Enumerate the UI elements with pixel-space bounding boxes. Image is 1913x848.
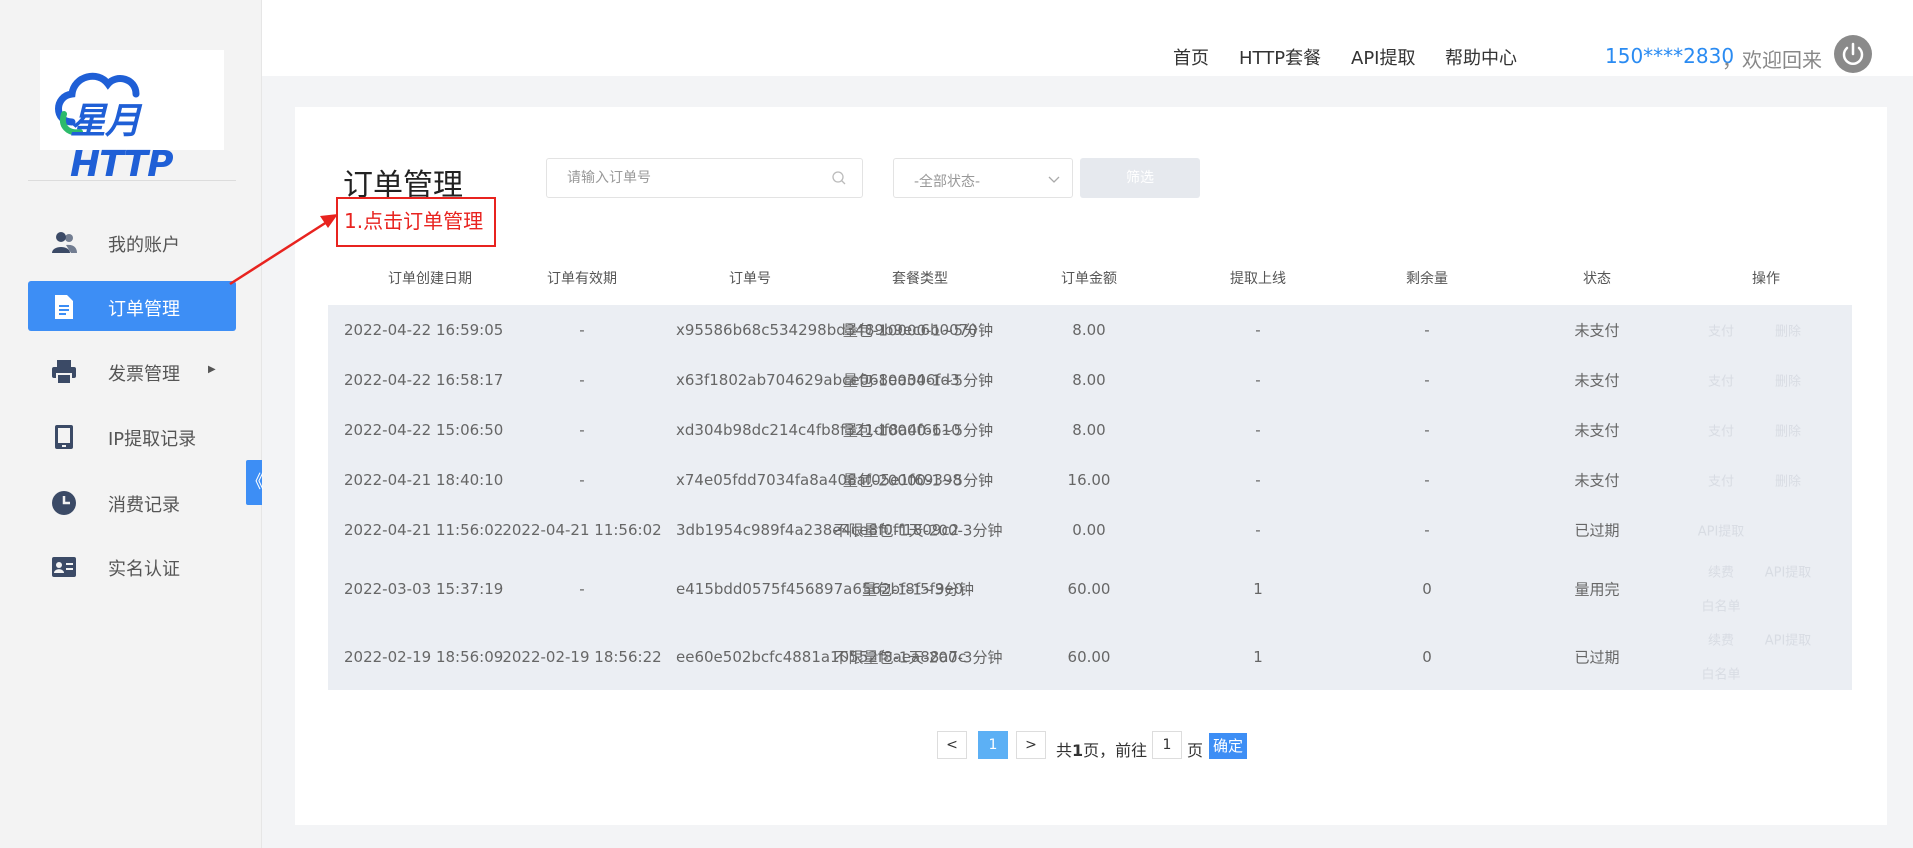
- cell-limit: 1: [1253, 648, 1263, 666]
- column-header: 操作: [1752, 271, 1780, 287]
- column-header: 订单金额: [1061, 271, 1117, 287]
- cell-plan: 量包-1-1~3分钟: [861, 580, 975, 599]
- cell-plan: 不限量包-1天-200-3分钟: [833, 648, 1003, 667]
- filter-button[interactable]: 筛选: [1080, 158, 1200, 198]
- cell-amount: 8.00: [1072, 371, 1106, 389]
- goto-confirm-button[interactable]: 确定: [1209, 733, 1247, 759]
- next-page-button[interactable]: >: [1016, 731, 1046, 759]
- cell-status: 未支付: [1574, 421, 1620, 440]
- cell-status: 未支付: [1574, 371, 1620, 390]
- cell-plan: 量包-10000-1~5分钟: [842, 421, 994, 440]
- api-extract-link[interactable]: API提取: [1765, 630, 1812, 649]
- cell-plan: 量包-10000-1~5分钟: [842, 321, 994, 340]
- cell-expires: 2022-02-19 18:56:22: [502, 648, 662, 666]
- cell-created: 2022-04-22 15:06:50: [344, 421, 504, 439]
- cell-limit: -: [1255, 421, 1261, 439]
- delete-link[interactable]: 删除: [1775, 321, 1801, 340]
- cell-status: 已过期: [1574, 648, 1620, 667]
- cell-remaining: 0: [1422, 648, 1432, 666]
- orders-table-body: 2022-04-22 16:59:05 - x95586b68c534298bd…: [328, 305, 1852, 690]
- cell-limit: 1: [1253, 580, 1263, 598]
- cell-created: 2022-04-21 18:40:10: [344, 471, 504, 489]
- cell-status: 未支付: [1574, 321, 1620, 340]
- cell-amount: 8.00: [1072, 421, 1106, 439]
- cell-plan: 不限量包-1天-200-3分钟: [833, 521, 1003, 540]
- delete-link[interactable]: 删除: [1775, 371, 1801, 390]
- column-header: 提取上线: [1230, 271, 1286, 287]
- cell-remaining: -: [1424, 321, 1430, 339]
- cell-created: 2022-02-19 18:56:09: [344, 648, 504, 666]
- cell-amount: 0.00: [1072, 521, 1106, 539]
- cell-remaining: -: [1424, 371, 1430, 389]
- cell-limit: -: [1255, 521, 1261, 539]
- chevron-down-icon: [1048, 176, 1060, 183]
- total-pages-label: 共1页，前往: [1056, 741, 1148, 760]
- annotation-callout: 1.点击订单管理: [336, 197, 496, 247]
- column-header: 订单有效期: [547, 271, 617, 287]
- cell-amount: 60.00: [1067, 648, 1111, 666]
- delete-link[interactable]: 删除: [1775, 421, 1801, 440]
- cell-expires: -: [579, 371, 585, 389]
- cell-created: 2022-04-22 16:59:05: [344, 321, 504, 339]
- whitelist-link[interactable]: 白名单: [1701, 664, 1740, 683]
- order-search-field[interactable]: [546, 158, 863, 198]
- cell-expires: -: [579, 421, 585, 439]
- page-number-current[interactable]: 1: [978, 731, 1008, 759]
- table-row: 2022-04-22 15:06:50 - xd304b98dc214c4fb8…: [328, 405, 1852, 455]
- whitelist-link[interactable]: 白名单: [1701, 596, 1740, 615]
- cell-created: 2022-04-22 16:58:17: [344, 371, 504, 389]
- cell-amount: 16.00: [1067, 471, 1111, 489]
- renew-link[interactable]: 续费: [1708, 562, 1734, 581]
- column-header: 剩余量: [1406, 271, 1448, 287]
- api-extract-link[interactable]: API提取: [1765, 562, 1812, 581]
- status-select[interactable]: -全部状态-: [893, 158, 1073, 198]
- pay-link[interactable]: 支付: [1708, 471, 1734, 490]
- column-header: 订单创建日期: [388, 271, 472, 287]
- page-unit-label: 页: [1187, 741, 1204, 760]
- status-select-value: -全部状态-: [914, 174, 981, 190]
- cell-expires: 2022-04-21 11:56:02: [502, 521, 662, 539]
- column-header: 状态: [1583, 271, 1611, 287]
- column-header: 订单号: [729, 271, 771, 287]
- pay-link[interactable]: 支付: [1708, 321, 1734, 340]
- cell-amount: 60.00: [1067, 580, 1111, 598]
- cell-created: 2022-03-03 15:37:19: [344, 580, 504, 598]
- cell-status: 未支付: [1574, 471, 1620, 490]
- cell-remaining: -: [1424, 421, 1430, 439]
- table-header: 订单创建日期 订单有效期 订单号 套餐类型 订单金额 提取上线 剩余量 状态 操…: [328, 268, 1852, 304]
- cell-plan: 量包-10000-1~5分钟: [842, 371, 994, 390]
- cell-status: 已过期: [1574, 521, 1620, 540]
- search-icon[interactable]: [832, 171, 846, 185]
- search-input[interactable]: [547, 159, 827, 197]
- table-row: 2022-02-19 18:56:09 2022-02-19 18:56:22 …: [328, 623, 1852, 690]
- api-extract-link[interactable]: API提取: [1698, 521, 1745, 540]
- table-row: 2022-04-22 16:59:05 - x95586b68c534298bd…: [328, 305, 1852, 355]
- renew-link[interactable]: 续费: [1708, 630, 1734, 649]
- table-row: 2022-04-21 18:40:10 - x74e05fdd7034fa8a4…: [328, 455, 1852, 505]
- cell-limit: -: [1255, 471, 1261, 489]
- pay-link[interactable]: 支付: [1708, 371, 1734, 390]
- goto-page-input[interactable]: 1: [1152, 731, 1182, 759]
- cell-expires: -: [579, 471, 585, 489]
- table-row: 2022-03-03 15:37:19 - e415bdd0575f456897…: [328, 555, 1852, 623]
- table-row: 2022-04-21 11:56:02 2022-04-21 11:56:02 …: [328, 505, 1852, 555]
- cell-plan: 量包-20000-1~5分钟: [842, 471, 994, 490]
- column-header: 套餐类型: [892, 271, 948, 287]
- pay-link[interactable]: 支付: [1708, 421, 1734, 440]
- cell-expires: -: [579, 321, 585, 339]
- cell-status: 量用完: [1574, 580, 1620, 599]
- cell-remaining: 0: [1422, 580, 1432, 598]
- cell-created: 2022-04-21 11:56:02: [344, 521, 504, 539]
- prev-page-button[interactable]: <: [937, 731, 967, 759]
- cell-remaining: -: [1424, 471, 1430, 489]
- table-row: 2022-04-22 16:58:17 - x63f1802ab704629ab…: [328, 355, 1852, 405]
- cell-remaining: -: [1424, 521, 1430, 539]
- cell-limit: -: [1255, 371, 1261, 389]
- delete-link[interactable]: 删除: [1775, 471, 1801, 490]
- cell-amount: 8.00: [1072, 321, 1106, 339]
- cell-limit: -: [1255, 321, 1261, 339]
- cell-expires: -: [579, 580, 585, 598]
